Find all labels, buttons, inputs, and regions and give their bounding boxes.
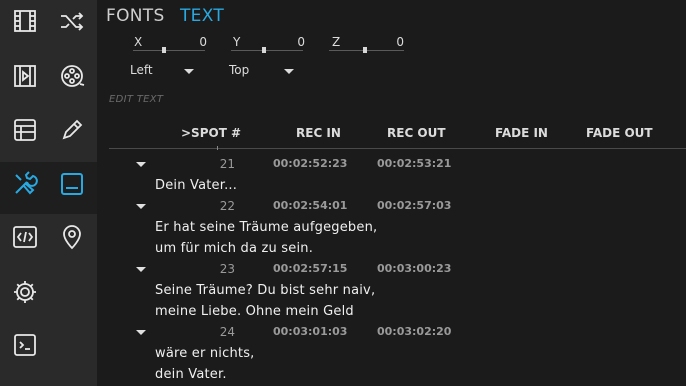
code-icon[interactable] (1, 213, 49, 261)
table-header: >SPOT # REC IN REC OUT FADE IN FADE OUT (109, 120, 686, 149)
edit-text-label[interactable]: EDIT TEXT (109, 94, 163, 105)
expand-triangle-icon[interactable] (136, 267, 146, 272)
rec-out-time: 00:03:02:20 (377, 325, 452, 338)
horizontal-align-select[interactable]: Left (130, 63, 153, 77)
tab-fonts[interactable]: FONTS (106, 6, 165, 26)
x-label: X (134, 35, 143, 49)
y-slider-track[interactable] (231, 50, 303, 51)
subtitle-line: um für mich da zu sein. (155, 241, 314, 256)
col-rec-out[interactable]: REC OUT (387, 126, 446, 140)
col-fade-in[interactable]: FADE IN (495, 126, 548, 140)
rec-out-time: 00:03:00:23 (377, 262, 452, 275)
grid-list-icon[interactable] (1, 106, 49, 154)
subtitle-line: Dein Vater... (155, 178, 238, 193)
subtitle-line: dein Vater. (155, 367, 227, 382)
z-label: Z (332, 35, 341, 49)
spot-number: 24 (219, 325, 235, 339)
rec-in-time: 00:03:01:03 (273, 325, 348, 338)
subtitle-line: meine Liebe. Ohne mein Geld (155, 304, 354, 319)
table-row[interactable]: 23 00:02:57:15 00:03:00:23 Seine Träume?… (97, 262, 686, 324)
rec-in-time: 00:02:57:15 (273, 262, 348, 275)
y-value: 0 (297, 35, 305, 49)
chevron-down-icon[interactable] (184, 69, 194, 74)
text-editor-panel: FONTS TEXT X 0 Y 0 Z 0 Left Top EDIT TEX… (97, 0, 686, 386)
subtitle-line: Er hat seine Träume aufgegeben, (155, 220, 378, 235)
rec-out-time: 00:02:57:03 (377, 199, 452, 212)
settings-gear-icon[interactable] (1, 268, 49, 316)
expand-triangle-icon[interactable] (136, 330, 146, 335)
table-row[interactable]: 22 00:02:54:01 00:02:57:03 Er hat seine … (97, 199, 686, 261)
col-fade-out[interactable]: FADE OUT (586, 126, 653, 140)
z-value: 0 (396, 35, 404, 49)
pencil-icon[interactable] (48, 106, 96, 154)
sidebar (0, 0, 97, 386)
spot-number: 23 (219, 262, 235, 276)
y-label: Y (233, 35, 241, 49)
vertical-align-select[interactable]: Top (229, 63, 249, 77)
rec-in-time: 00:02:54:01 (273, 199, 348, 212)
x-value: 0 (199, 35, 207, 49)
subtitle-line: Seine Träume? Du bist sehr naiv, (155, 283, 376, 298)
film-strip-icon[interactable] (1, 0, 49, 45)
tab-text[interactable]: TEXT (180, 6, 224, 26)
table-row[interactable]: 21 00:02:52:23 00:02:53:21 Dein Vater... (97, 157, 686, 197)
col-spot[interactable]: >SPOT # (181, 126, 241, 140)
table-row[interactable]: 24 00:03:01:03 00:03:02:20 wäre er nicht… (97, 325, 686, 386)
spot-number: 22 (219, 199, 235, 213)
x-slider-track[interactable] (133, 50, 205, 51)
expand-triangle-icon[interactable] (136, 162, 146, 167)
location-pin-icon[interactable] (48, 213, 96, 261)
tools-icon[interactable] (1, 160, 49, 208)
expand-triangle-icon[interactable] (136, 204, 146, 209)
rec-out-time: 00:02:53:21 (377, 157, 452, 170)
chevron-down-icon[interactable] (284, 69, 294, 74)
video-file-icon[interactable] (1, 52, 49, 100)
sort-cursor (217, 146, 218, 150)
y-slider-handle[interactable] (262, 47, 266, 53)
rec-in-time: 00:02:52:23 (273, 157, 348, 170)
subtitle-panel-icon[interactable] (48, 160, 96, 208)
col-rec-in[interactable]: REC IN (296, 126, 341, 140)
film-reel-icon[interactable] (48, 52, 96, 100)
spot-number: 21 (219, 157, 235, 171)
subtitle-line: wäre er nichts, (155, 346, 255, 361)
shuffle-icon[interactable] (48, 0, 96, 45)
z-slider-handle[interactable] (363, 47, 367, 53)
terminal-icon[interactable] (1, 321, 49, 369)
x-slider-handle[interactable] (162, 47, 166, 53)
